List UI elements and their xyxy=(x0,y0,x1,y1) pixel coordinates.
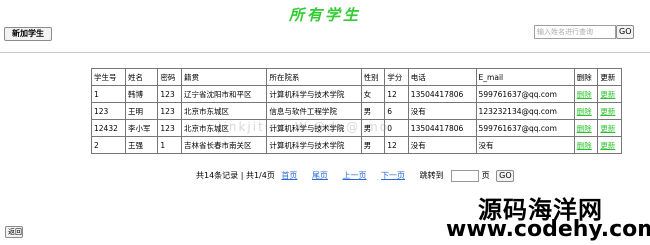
cell-name: 李小军 xyxy=(124,119,159,137)
col-header-gender: 性别 xyxy=(360,68,386,86)
cell-email: 没有 xyxy=(475,136,575,154)
first-page-link[interactable]: 首页 xyxy=(281,171,297,180)
cell-hometown: 北京市东城区 xyxy=(180,119,268,137)
cell-update: 更新 xyxy=(597,85,622,103)
cell-id: 2 xyxy=(91,136,126,154)
update-link[interactable]: 更新 xyxy=(600,124,615,133)
table-row: 123 王明 123 北京市东城区 信息与软件工程学院 男 6 没有 12323… xyxy=(91,102,622,120)
search-input[interactable]: 输入姓名进行查询 xyxy=(534,25,616,39)
divider xyxy=(0,52,650,53)
cell-email: 599761637@qq.com xyxy=(475,85,575,103)
col-header-phone: 电话 xyxy=(407,68,477,86)
delete-link[interactable]: 删除 xyxy=(577,107,592,116)
col-header-update: 更新 xyxy=(597,68,622,86)
cell-id: 123 xyxy=(91,102,126,120)
table-row: 12432 李小军 123 北京市东城区 计算机科学与技术学院 男 0 1350… xyxy=(91,119,622,137)
cell-email: 123232134@qq.com xyxy=(475,102,575,120)
page-number-input[interactable] xyxy=(450,169,479,182)
search-go-button[interactable]: GO xyxy=(616,25,634,39)
page-unit-label: 页 xyxy=(481,171,490,180)
cell-phone: 13504417806 xyxy=(407,119,477,137)
cell-hometown: 吉林省长春市南关区 xyxy=(180,136,268,154)
delete-link[interactable]: 删除 xyxy=(577,141,592,150)
delete-link[interactable]: 删除 xyxy=(577,124,592,133)
cell-credits: 12 xyxy=(384,85,409,103)
cell-credits: 6 xyxy=(384,102,409,120)
next-page-link[interactable]: 下一页 xyxy=(381,171,405,180)
add-student-button[interactable]: 新加学生 xyxy=(4,27,52,41)
cell-credits: 12 xyxy=(384,136,409,154)
cell-delete: 删除 xyxy=(573,102,599,120)
cell-gender: 男 xyxy=(360,102,386,120)
cell-hometown: 北京市东城区 xyxy=(180,102,268,120)
update-link[interactable]: 更新 xyxy=(600,90,615,99)
cell-id: 1 xyxy=(91,85,126,103)
page-go-button[interactable]: GO xyxy=(496,169,515,182)
students-table: 学生号 姓名 密码 籍贯 所在院系 性别 学分 电话 E_mail 删除 更新 … xyxy=(91,68,622,154)
cell-password: 123 xyxy=(157,85,182,103)
cell-phone: 13504417806 xyxy=(407,85,477,103)
table-header-row: 学生号 姓名 密码 籍贯 所在院系 性别 学分 电话 E_mail 删除 更新 xyxy=(91,68,622,86)
cell-hometown: 辽宁省沈阳市和平区 xyxy=(180,85,268,103)
cell-password: 123 xyxy=(157,102,182,120)
cell-delete: 删除 xyxy=(573,85,599,103)
col-header-delete: 删除 xyxy=(573,68,599,86)
table-row: 1 韩博 123 辽宁省沈阳市和平区 计算机科学与技术学院 女 12 13504… xyxy=(91,85,622,103)
col-header-department: 所在院系 xyxy=(266,68,362,86)
cell-delete: 删除 xyxy=(573,136,599,154)
col-header-credits: 学分 xyxy=(384,68,409,86)
col-header-password: 密码 xyxy=(157,68,182,86)
prev-page-link[interactable]: 上一页 xyxy=(342,171,366,180)
cell-gender: 男 xyxy=(360,119,386,137)
cell-email: 599761637@qq.com xyxy=(475,119,575,137)
cell-credits: 0 xyxy=(384,119,409,137)
pagination: 共14条记录 | 共1/4页 首页 尾页 上一页 下一页 跳转到 页 GO xyxy=(196,169,518,183)
cell-phone: 没有 xyxy=(407,136,477,154)
cell-name: 王明 xyxy=(124,102,159,120)
jump-label: 跳转到 xyxy=(419,171,444,180)
cell-update: 更新 xyxy=(597,119,622,137)
cell-gender: 男 xyxy=(360,136,386,154)
col-header-name: 姓名 xyxy=(124,68,159,86)
cell-password: 123 xyxy=(157,119,182,137)
col-header-email: E_mail xyxy=(475,68,575,86)
page-title: 所有学生 xyxy=(288,6,361,24)
cell-gender: 女 xyxy=(360,85,386,103)
url-watermark: www.codehy.com xyxy=(446,217,650,242)
delete-link[interactable]: 删除 xyxy=(577,90,592,99)
col-header-id: 学生号 xyxy=(91,68,126,86)
cell-update: 更新 xyxy=(597,136,622,154)
back-button[interactable]: 返回 xyxy=(5,226,23,238)
last-page-link[interactable]: 尾页 xyxy=(312,171,328,180)
cell-department: 计算机科学与技术学院 xyxy=(266,119,362,137)
update-link[interactable]: 更新 xyxy=(600,107,615,116)
cell-password: 1 xyxy=(157,136,182,154)
cell-update: 更新 xyxy=(597,102,622,120)
cell-id: 12432 xyxy=(91,119,126,137)
table-row: 2 王强 1 吉林省长春市南关区 计算机科学与技术学院 男 12 没有 没有 删… xyxy=(91,136,622,154)
cell-department: 计算机科学与技术学院 xyxy=(266,85,362,103)
cell-department: 信息与软件工程学院 xyxy=(266,102,362,120)
update-link[interactable]: 更新 xyxy=(600,141,615,150)
cell-name: 王强 xyxy=(124,136,159,154)
cell-name: 韩博 xyxy=(124,85,159,103)
cell-delete: 删除 xyxy=(573,119,599,137)
pagination-summary: 共14条记录 | 共1/4页 xyxy=(196,171,275,180)
col-header-hometown: 籍贯 xyxy=(180,68,268,86)
cell-department: 计算机科学与技术学院 xyxy=(266,136,362,154)
cell-phone: 没有 xyxy=(407,102,477,120)
